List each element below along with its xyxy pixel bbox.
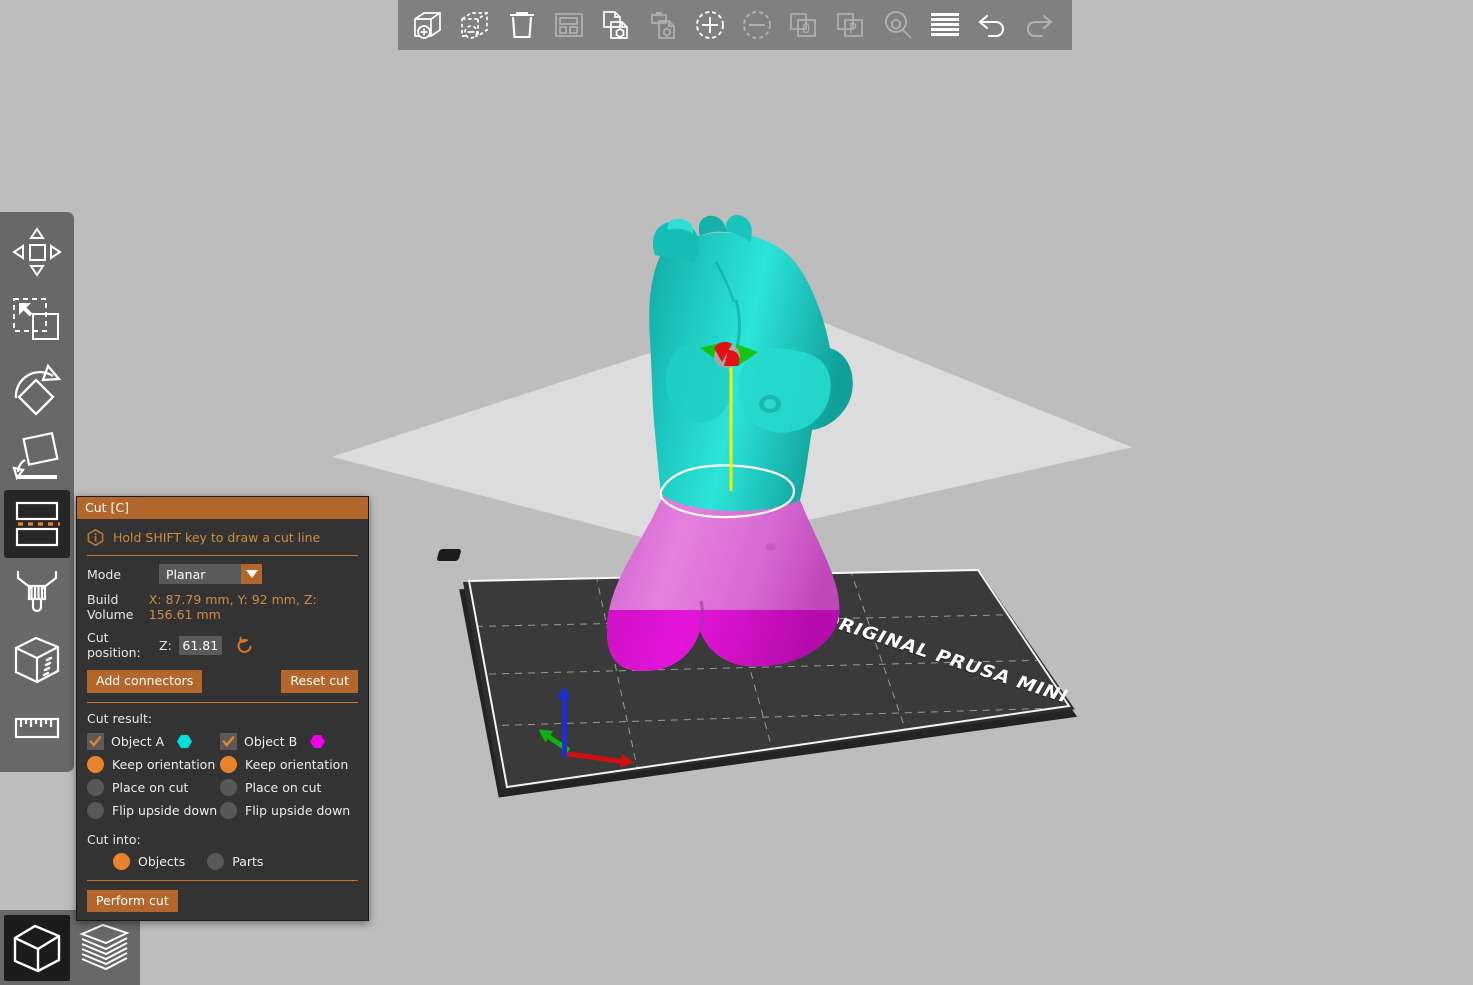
object-a-option-label: Flip upside down xyxy=(112,802,218,818)
object-a-column: Object A Keep orientation Place on cut F… xyxy=(87,732,220,819)
object-b-option-label: Keep orientation xyxy=(245,756,349,772)
paste-icon[interactable] xyxy=(639,3,686,47)
cut-hint: Hold SHIFT key to draw a cut line xyxy=(87,519,358,556)
cut-into-option-label: Parts xyxy=(232,853,264,869)
left-gizmo-toolbar[interactable] xyxy=(0,212,74,772)
add-icon[interactable] xyxy=(404,3,451,47)
cut-dialog[interactable]: Cut [C] Hold SHIFT key to draw a cut lin… xyxy=(76,496,369,922)
cut-result-label: Cut result: xyxy=(87,710,153,726)
object-b-option-label: Flip upside down xyxy=(245,802,351,818)
radio-dot xyxy=(220,801,237,819)
object-a-place-on-cut-radio[interactable]: Place on cut xyxy=(87,778,220,796)
arrange-icon[interactable] xyxy=(545,3,592,47)
build-volume-row: Build Volume X: 87.79 mm, Y: 92 mm, Z: 1… xyxy=(87,592,358,622)
preview-view-icon[interactable] xyxy=(72,915,138,981)
reset-arrow-icon[interactable] xyxy=(236,636,254,654)
object-b-column: Object B Keep orientation Place on cut F… xyxy=(220,732,353,819)
editor-view-icon[interactable] xyxy=(4,914,70,981)
remove-icon[interactable] xyxy=(451,3,498,47)
cut-into-option-label: Objects xyxy=(138,853,186,869)
rotate-gizmo-icon[interactable] xyxy=(4,354,70,422)
chevron-down-icon[interactable] xyxy=(241,564,262,584)
svg-text:P: P xyxy=(849,22,857,37)
cut-actions-row: Add connectors Reset cut xyxy=(87,670,358,703)
cut-dialog-footer: Perform cut xyxy=(87,879,358,913)
radio-dot xyxy=(207,852,225,870)
object-b-label: Object B xyxy=(244,733,298,749)
split-parts-icon[interactable]: P xyxy=(827,3,874,47)
cut-position-label: Cut position: xyxy=(87,630,141,660)
object-b-color-swatch xyxy=(310,734,326,749)
object-a-label: Object A xyxy=(111,733,165,749)
radio-dot xyxy=(113,852,130,870)
object-a-flip-upside-down-radio[interactable]: Flip upside down xyxy=(87,801,220,819)
move-gizmo-icon[interactable] xyxy=(4,218,70,286)
perform-cut-button[interactable]: Perform cut xyxy=(87,889,178,913)
delete-all-icon[interactable] xyxy=(498,3,545,47)
object-b-keep-orientation-radio[interactable]: Keep orientation xyxy=(220,755,353,773)
object-b-place-on-cut-radio[interactable]: Place on cut xyxy=(220,778,353,796)
build-volume-label: Build Volume xyxy=(87,592,134,622)
split-objects-icon[interactable]: 0 xyxy=(780,3,827,47)
cut-into-objects-radio[interactable]: Objects xyxy=(113,852,186,870)
object-a-color-swatch xyxy=(177,734,193,749)
mode-label: Mode xyxy=(87,566,122,582)
cut-into-section: Cut into: Objects Parts xyxy=(87,832,358,870)
cut-into-parts-radio[interactable]: Parts xyxy=(207,852,264,870)
cut-into-label: Cut into: xyxy=(87,831,141,847)
reset-cut-button[interactable]: Reset cut xyxy=(281,670,358,693)
layers-icon[interactable] xyxy=(921,3,968,47)
cut-position-input[interactable] xyxy=(178,635,222,655)
undo-icon[interactable] xyxy=(968,3,1015,47)
radio-dot xyxy=(87,755,104,773)
view-mode-toolbar[interactable] xyxy=(0,910,140,985)
copy-icon[interactable] xyxy=(592,3,639,47)
add-instance-icon[interactable] xyxy=(686,3,733,47)
redo-icon[interactable] xyxy=(1015,3,1062,47)
cut-position-row: Cut position: Z: xyxy=(87,630,358,660)
radio-dot xyxy=(87,778,104,796)
radio-dot xyxy=(220,755,237,773)
object-b-flip-upside-down-radio[interactable]: Flip upside down xyxy=(220,801,353,819)
object-a-option-label: Keep orientation xyxy=(112,756,216,772)
measure-icon[interactable] xyxy=(4,694,70,762)
remove-instance-icon[interactable] xyxy=(733,3,780,47)
cut-axis-label: Z: xyxy=(159,637,172,653)
top-toolbar[interactable]: 0 P xyxy=(398,0,1072,50)
seam-painting-icon[interactable] xyxy=(4,626,70,694)
info-icon xyxy=(87,528,104,547)
radio-dot xyxy=(220,778,237,796)
search-icon[interactable] xyxy=(874,3,921,47)
cut-gizmo-icon[interactable] xyxy=(4,490,70,558)
object-b-checkbox[interactable] xyxy=(220,732,237,750)
cut-dialog-title: Cut [C] xyxy=(77,497,368,519)
cut-hint-text: Hold SHIFT key to draw a cut line xyxy=(113,530,321,545)
add-connectors-button[interactable]: Add connectors xyxy=(87,670,203,693)
mode-row: Mode Planar xyxy=(87,564,358,584)
radio-dot xyxy=(87,801,104,819)
place-on-face-icon[interactable] xyxy=(4,422,70,490)
object-a-option-label: Place on cut xyxy=(112,779,189,795)
object-a-keep-orientation-radio[interactable]: Keep orientation xyxy=(87,755,220,773)
build-volume-value: X: 87.79 mm, Y: 92 mm, Z: 156.61 mm xyxy=(148,592,317,622)
object-a-checkbox[interactable] xyxy=(87,732,104,750)
paint-support-icon[interactable] xyxy=(4,558,70,626)
svg-text:0: 0 xyxy=(802,22,810,37)
mode-value: Planar xyxy=(166,566,206,582)
mode-dropdown[interactable]: Planar xyxy=(159,564,262,584)
scale-gizmo-icon[interactable] xyxy=(4,286,70,354)
object-b-option-label: Place on cut xyxy=(245,779,322,795)
